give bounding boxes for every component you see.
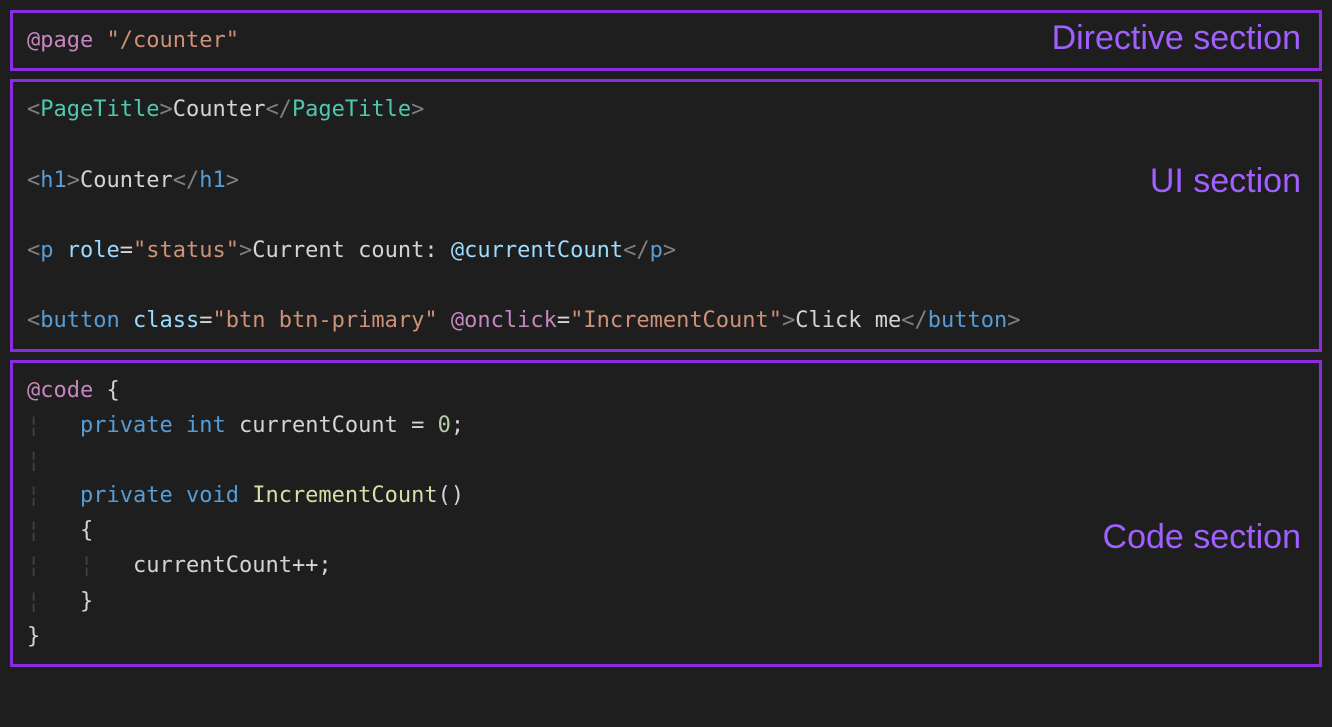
ui-section: UI section <PageTitle>Counter</PageTitle… (10, 79, 1322, 351)
directive-section: Directive section @page "/counter" (10, 10, 1322, 71)
code-block: @code { ¦ private int currentCount = 0; … (27, 373, 1305, 655)
page-route: "/counter" (106, 28, 238, 53)
directive-section-label: Directive section (1052, 19, 1301, 58)
ui-code: <PageTitle>Counter</PageTitle> <h1>Count… (27, 92, 1305, 338)
ui-section-label: UI section (1150, 162, 1301, 201)
code-section-label: Code section (1103, 518, 1301, 557)
page-directive: @page (27, 28, 93, 53)
code-section: Code section @code { ¦ private int curre… (10, 360, 1322, 668)
